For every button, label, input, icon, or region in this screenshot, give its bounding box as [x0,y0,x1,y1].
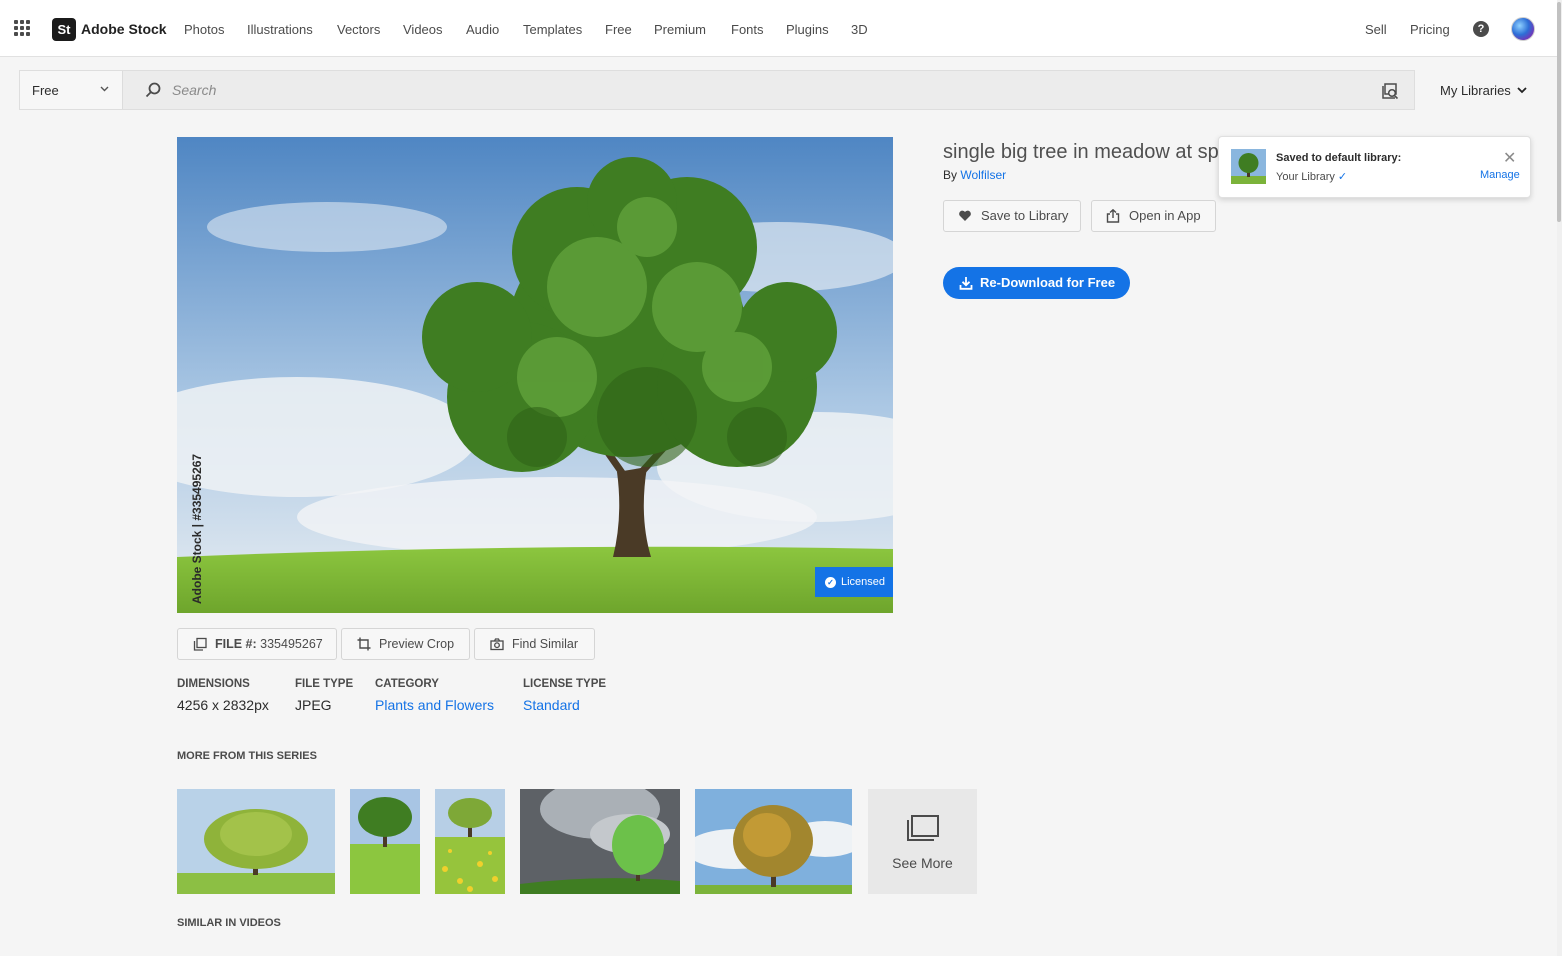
search-icon [145,82,161,98]
nav-3d[interactable]: 3D [851,22,868,37]
scrollbar-thumb[interactable] [1557,2,1561,222]
chevron-down-icon [100,86,109,92]
asset-type-dropdown[interactable]: Free [20,71,123,109]
my-libraries-button[interactable]: My Libraries [1440,83,1511,98]
toast-library-name: Your Library [1276,171,1335,183]
top-nav: St Adobe Stock Photos Illustrations Vect… [0,0,1562,57]
chevron-down-icon[interactable] [1516,84,1528,96]
search-bar: Free [19,70,1415,110]
file-type-label: FILE TYPE [295,678,354,690]
toast-title: Saved to default library: [1276,152,1402,164]
series-thumbnail[interactable] [177,789,335,894]
find-similar-button[interactable]: Find Similar [474,628,595,660]
copy-icon [193,637,207,651]
apps-grid-icon[interactable] [14,20,30,36]
file-number-value: 335495267 [260,637,323,651]
nav-audio[interactable]: Audio [466,22,499,37]
redownload-label: Re-Download for Free [980,275,1116,290]
save-to-library-label: Save to Library [981,208,1069,223]
sell-link[interactable]: Sell [1365,22,1387,37]
crop-icon [357,637,371,651]
nav-free[interactable]: Free [605,22,632,37]
see-more-button[interactable]: See More [868,789,977,894]
dimensions-value: 4256 x 2832px [177,697,269,713]
author-byline: By Wolfilser [943,168,1006,182]
category-link[interactable]: Plants and Flowers [375,697,494,713]
search-input[interactable] [172,79,1362,101]
nav-photos[interactable]: Photos [184,22,224,37]
heart-icon [959,210,971,221]
pricing-link[interactable]: Pricing [1410,22,1450,37]
gallery-icon [907,815,939,841]
series-thumbnail[interactable] [520,789,680,894]
file-number-box: FILE #: 335495267 [177,628,337,660]
toast-thumbnail [1231,149,1266,184]
checkmark-icon: ✓ [825,577,836,588]
camera-icon [490,638,504,651]
see-more-label: See More [892,855,953,871]
file-number-label: FILE #: [215,637,257,651]
open-in-app-label: Open in App [1129,208,1201,223]
by-label: By [943,168,958,182]
dimensions-label: DIMENSIONS [177,678,250,690]
asset-preview-image[interactable] [177,137,893,613]
brand-name[interactable]: Adobe Stock [81,21,167,37]
nav-vectors[interactable]: Vectors [337,22,380,37]
save-to-library-button[interactable]: Save to Library [943,200,1081,232]
find-similar-label: Find Similar [512,637,578,651]
file-type-value: JPEG [295,697,332,713]
saved-toast: Saved to default library: Your Library ✓ … [1218,136,1531,198]
series-thumbnail[interactable] [350,789,420,894]
similar-in-videos-heading: SIMILAR IN VIDEOS [177,917,281,929]
series-thumbnail[interactable] [695,789,852,894]
visual-search-icon[interactable] [1380,81,1400,101]
preview-crop-label: Preview Crop [379,637,455,651]
nav-premium[interactable]: Premium [654,22,706,37]
nav-videos[interactable]: Videos [403,22,443,37]
category-label: CATEGORY [375,678,439,690]
preview-crop-button[interactable]: Preview Crop [341,628,470,660]
share-icon [1106,209,1120,223]
toast-library: Your Library ✓ [1276,170,1347,183]
asset-type-value: Free [32,83,59,98]
more-from-series-heading: MORE FROM THIS SERIES [177,750,317,762]
close-icon[interactable]: ✕ [1503,148,1516,168]
page-title: single big tree in meadow at spring [943,141,1218,163]
author-link[interactable]: Wolfilser [960,168,1006,182]
nav-plugins[interactable]: Plugins [786,22,829,37]
series-thumbnail[interactable] [435,789,505,894]
redownload-button[interactable]: Re-Download for Free [943,267,1130,299]
open-in-app-button[interactable]: Open in App [1091,200,1216,232]
license-type-label: LICENSE TYPE [523,678,607,690]
download-icon [959,277,973,290]
checkmark-icon: ✓ [1337,171,1348,183]
nav-fonts[interactable]: Fonts [731,22,764,37]
manage-link[interactable]: Manage [1480,169,1520,181]
help-icon[interactable]: ? [1473,21,1489,37]
nav-illustrations[interactable]: Illustrations [247,22,313,37]
nav-templates[interactable]: Templates [523,22,582,37]
adobe-stock-logo-icon[interactable]: St [52,18,76,41]
avatar[interactable] [1511,17,1535,41]
license-type-link[interactable]: Standard [523,697,580,713]
watermark-label: Adobe Stock | #335495267 [190,453,204,604]
